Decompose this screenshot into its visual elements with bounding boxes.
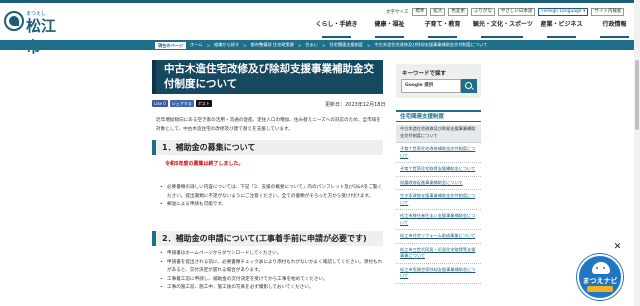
site-logo[interactable]: まつえし 松江市 — [4, 8, 62, 56]
page-title: 中古木造住宅改修及び除却支援事業補助金交付制度について — [152, 60, 383, 94]
search-input[interactable]: Google 提供 — [401, 79, 461, 93]
keyword-search-panel: キーワードで探す Google 提供 — [396, 64, 481, 98]
related-item[interactable]: 子育て世帯住宅改修補助金交付制度について — [396, 145, 481, 163]
utility-bar: 文字サイズ 標準 拡大 色変更 ふりがな やさしい日本語 Foreign Lan… — [386, 7, 625, 16]
breadcrumb-separator: > — [206, 42, 210, 48]
mascot-icon — [592, 262, 610, 274]
widget-base — [587, 286, 613, 292]
breadcrumb-item-current: 中古木造住宅改修及び除却支援事業補助金交付制度について — [374, 42, 488, 47]
page-scrollbar[interactable] — [634, 0, 640, 306]
share-buttons: Like 0 シェアする ポスト — [152, 100, 212, 107]
matsue-navi-widget[interactable]: まつえナビ — [577, 254, 623, 300]
easy-japanese-button[interactable]: やさしい日本語 — [497, 7, 536, 16]
related-item[interactable]: 松江市住宅リフォーム助成事業について — [396, 232, 481, 244]
section-heading-application: 2．補助金の申請について(工事着手前に申請が必要です) — [152, 231, 383, 246]
global-nav: くらし・手続き 健康・福祉 子育て・教育 観光・文化・スポーツ 産業・ビジネス … — [314, 19, 637, 41]
list-item: 必要書類の詳しい内容については、下記「3．支援の概要について」内のパンフレット及… — [160, 184, 386, 201]
site-header: まつえし 松江市 文字サイズ 標準 拡大 色変更 ふりがな やさしい日本語 Fo… — [0, 0, 640, 56]
closed-notice: 令和5年度の募集は終了しました。 — [165, 161, 244, 167]
breadcrumb-separator: > — [321, 42, 326, 48]
related-item[interactable]: 子育て世帯住宅取得支援補助金について — [396, 165, 481, 177]
related-item[interactable]: 松江市危険空家除却支援事業補助金について — [396, 266, 481, 284]
list-item: 工事着工前に申請し、補助金の交付決定を受けてから工事を始めてください。 — [160, 276, 386, 285]
updated-date: 更新日：2023年12月18日 — [325, 102, 386, 108]
widget-label: まつえナビ — [582, 277, 618, 285]
list-item: 工事の施工前、施工中、施工後の写真を必ず撮影しておいてください。 — [160, 284, 386, 293]
gnav-living[interactable]: くらし・手続き — [314, 19, 359, 41]
color-change-button[interactable]: 色変更 — [448, 7, 468, 16]
breadcrumb-separator: > — [367, 42, 371, 48]
list-item: 申請書を提出される前に、必要書類チェック表により添付もれがないかよく確認してくだ… — [160, 259, 386, 276]
related-item[interactable]: 松江市移住者住まい支援事業補助金について — [396, 212, 481, 230]
furigana-button[interactable]: ふりがな — [470, 7, 495, 16]
related-heading: 住宅関連支援制度 — [396, 110, 481, 122]
related-list: 中古木造住宅改修及び除却支援事業補助金交付制度について 子育て世帯住宅改修補助金… — [396, 125, 481, 286]
search-icon[interactable] — [461, 79, 477, 93]
facebook-like-button[interactable]: Like 0 — [152, 100, 168, 107]
breadcrumb-item-housing[interactable]: 住まい — [305, 42, 318, 48]
keyword-search-label: キーワードで探す — [402, 71, 447, 77]
breadcrumb-current-label: 現在のページ — [155, 41, 187, 49]
gnav-administration[interactable]: 行政情報 — [592, 19, 637, 41]
gnav-business[interactable]: 産業・ビジネス — [539, 19, 584, 41]
x-post-button[interactable]: ポスト — [195, 100, 212, 107]
gnav-health[interactable]: 健康・福祉 — [367, 19, 412, 41]
related-item-current: 中古木造住宅改修及び除却支援事業補助金交付制度について — [396, 125, 481, 143]
breadcrumb-item-department[interactable]: 都市整備部 住宅政策課 — [251, 42, 294, 48]
facebook-share-button[interactable]: シェアする — [169, 100, 194, 107]
font-size-label: 文字サイズ — [386, 9, 409, 15]
site-search-button[interactable]: サイト内検索 — [591, 7, 625, 16]
related-item[interactable]: 松江市三世代同居・近居住宅取得等支援事業について — [396, 246, 481, 264]
search-provider-label: Google 提供 — [405, 83, 434, 88]
breadcrumb-separator: > — [297, 42, 302, 48]
city-emblem-icon — [4, 11, 24, 31]
gnav-childcare[interactable]: 子育て・教育 — [420, 19, 465, 41]
scrollbar-thumb[interactable] — [635, 60, 639, 130]
font-enlarge-button[interactable]: 拡大 — [430, 7, 446, 16]
lead-paragraph: 近年増加傾向にある空き家の活用・流通の促進、定住人口の増加、住み替えニーズへの対… — [156, 118, 381, 132]
breadcrumb-item-organization[interactable]: 組織から探す — [214, 42, 239, 48]
breadcrumb-separator: > — [243, 42, 247, 48]
font-standard-button[interactable]: 標準 — [412, 7, 428, 16]
breadcrumb-item-support[interactable]: 住宅関連支援制度 — [329, 42, 363, 48]
section-heading-recruitment: 1．補助金の募集について — [152, 140, 383, 155]
gnav-tourism[interactable]: 観光・文化・スポーツ — [473, 19, 533, 41]
recruitment-list: 必要書類の詳しい内容については、下記「3．支援の概要について」内のパンフレット及… — [160, 184, 386, 210]
related-item[interactable]: 耐震改修促進事業補助金について — [396, 179, 481, 190]
logo-name: 松江市 — [26, 17, 57, 56]
list-item: 申請書はホームページからダウンロードしてください。 — [160, 250, 386, 259]
related-item[interactable]: 空き家改修支援事業補助金交付制度について — [396, 192, 481, 210]
breadcrumb-item-home[interactable]: ホーム — [190, 42, 202, 48]
close-icon[interactable]: ✕ — [613, 243, 622, 252]
list-item: 郵送による申請も可能です。 — [160, 201, 386, 210]
application-list: 申請書はホームページからダウンロードしてください。 申請書を提出される前に、必要… — [160, 250, 386, 293]
breadcrumb: 現在のページ ホーム > 組織から探す > 都市整備部 住宅政策課 > 住まい … — [155, 41, 487, 49]
foreign-language-button[interactable]: Foreign Language ▾ — [538, 7, 589, 16]
